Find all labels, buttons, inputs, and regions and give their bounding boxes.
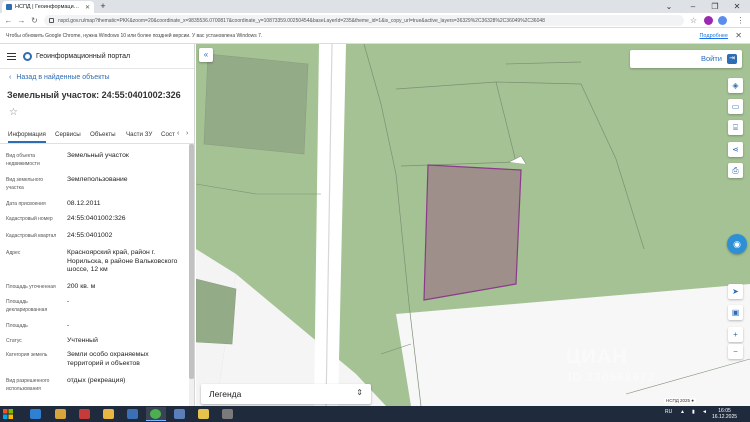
hamburger-menu-icon[interactable] [7, 53, 16, 60]
object-info-panel: Геоинформационный портал ‹ Назад в найде… [0, 44, 195, 406]
login-button[interactable]: Войти ⇥ [630, 50, 742, 68]
update-infobar: Чтобы обновить Google Chrome, нужна Wind… [0, 28, 750, 44]
lock-icon [49, 18, 54, 23]
tabs-scroll-left-icon[interactable]: ‹ [177, 130, 179, 137]
map-canvas [196, 44, 750, 406]
panel-tabs: Информация Сервисы Объекты Части ЗУ Сост… [0, 128, 194, 144]
opera-icon[interactable] [79, 409, 90, 419]
tab-composition[interactable]: Сост [161, 131, 175, 138]
infobar-more-link[interactable]: Подробнее [699, 33, 728, 39]
bookmark-star-icon[interactable]: ☆ [688, 15, 699, 26]
zoom-in-icon[interactable]: + [728, 327, 743, 342]
tab-title: НСПД | Геоинформационный портал [15, 4, 82, 10]
selected-parcel[interactable] [423, 164, 522, 301]
profile-avatar[interactable] [718, 16, 727, 25]
share-icon[interactable]: ⋖ [728, 142, 743, 157]
outlook-icon[interactable] [127, 409, 138, 419]
chevron-left-icon: ‹ [9, 74, 12, 81]
minimize-button[interactable]: – [684, 0, 702, 13]
back-to-results-link[interactable]: ‹ Назад в найденные объекты [9, 74, 110, 81]
site-favicon-icon [6, 4, 12, 10]
address-bar-row: ← → ↻ nspd.gov.ru/map?thematic=PKK&zoom=… [0, 13, 750, 28]
ruler-icon[interactable]: ⌸ [728, 120, 743, 135]
panel-header: Геоинформационный портал [0, 44, 194, 69]
back-label: Назад в найденные объекты [16, 74, 110, 81]
watermark-id: ID 330568672 [568, 370, 656, 384]
tab-parts[interactable]: Части ЗУ [126, 131, 152, 138]
portal-name: Геоинформационный портал [36, 53, 131, 60]
close-window-button[interactable]: ✕ [728, 0, 746, 13]
close-tab-icon[interactable]: ✕ [85, 4, 90, 11]
url-input[interactable]: nspd.gov.ru/map?thematic=PKK&zoom=20&coo… [44, 15, 684, 26]
map-view[interactable]: « Войти ⇥ ◈ ▭ ⌸ ⋖ ⎙ ◉ ➤ ▣ + − ЦИАН ID 33… [196, 44, 750, 406]
minimap-icon[interactable]: ▣ [728, 305, 743, 320]
browser-tab-bar: НСПД | Геоинформационный портал ✕ + ⌄ – … [0, 0, 750, 13]
app2-icon[interactable] [222, 409, 233, 419]
extension-icon[interactable] [704, 16, 713, 25]
input-language[interactable]: RU [665, 409, 672, 415]
folder-icon[interactable] [103, 409, 114, 419]
tabs-scroll-right-icon[interactable]: › [186, 130, 188, 137]
volume-icon[interactable]: ◄ [702, 409, 707, 415]
forward-arrow-icon[interactable]: → [16, 15, 27, 26]
browser-menu-icon[interactable]: ⋮ [735, 15, 746, 26]
maximize-button[interactable]: ❐ [706, 0, 724, 13]
windows-taskbar: RU ▲ ▮ ◄ 16:05 16.12.2025 [0, 406, 750, 422]
locate-arrow-icon[interactable]: ➤ [728, 284, 743, 299]
legend-label: Легенда [209, 389, 242, 399]
infobar-message: Чтобы обновить Google Chrome, нужна Wind… [6, 33, 263, 39]
new-tab-button[interactable]: + [98, 2, 108, 11]
network-icon[interactable]: ▮ [692, 409, 695, 415]
infobar-close-icon[interactable]: ✕ [735, 31, 742, 40]
tab-objects[interactable]: Объекты [90, 131, 116, 138]
app-icon[interactable] [174, 409, 185, 419]
back-arrow-icon[interactable]: ← [3, 15, 14, 26]
print-icon[interactable]: ⎙ [728, 163, 743, 178]
scrollbar-thumb[interactable] [189, 144, 194, 379]
chevron-updown-icon: ⇕ [356, 388, 363, 397]
login-arrow-icon: ⇥ [727, 54, 737, 64]
windows-start-icon[interactable] [3, 409, 13, 419]
tab-information[interactable]: Информация [8, 131, 46, 143]
tab-services[interactable]: Сервисы [55, 131, 81, 138]
zoom-out-icon[interactable]: − [728, 344, 743, 359]
page-title: Земельный участок: 24:55:0401002:326 [7, 90, 181, 100]
collapse-panel-button[interactable]: « [199, 48, 213, 62]
tab-search-icon[interactable]: ⌄ [660, 0, 678, 13]
map-scale: НСПД 2025 ● [664, 398, 697, 403]
chrome-icon[interactable] [150, 409, 161, 419]
reload-icon[interactable]: ↻ [29, 15, 40, 26]
url-text: nspd.gov.ru/map?thematic=PKK&zoom=20&coo… [58, 17, 545, 24]
login-label: Войти [701, 54, 722, 63]
support-chat-icon[interactable]: ◉ [727, 234, 747, 254]
taskbar-clock[interactable]: 16:05 16.12.2025 [712, 408, 737, 420]
browser-tab[interactable]: НСПД | Геоинформационный портал ✕ [2, 1, 94, 13]
watermark: ЦИАН [566, 346, 628, 368]
tray-chevron-icon[interactable]: ▲ [680, 409, 685, 415]
ie-icon[interactable] [30, 409, 41, 419]
panel-scrollbar[interactable] [189, 144, 194, 406]
notes-icon[interactable] [198, 409, 209, 419]
basemap-icon[interactable]: ▭ [728, 99, 743, 114]
favorite-star-icon[interactable]: ☆ [9, 107, 18, 118]
portal-logo-icon [23, 52, 32, 61]
explorer-icon[interactable] [55, 409, 66, 419]
legend-dropdown[interactable]: Легенда ⇕ [201, 384, 371, 404]
layers-icon[interactable]: ◈ [728, 78, 743, 93]
